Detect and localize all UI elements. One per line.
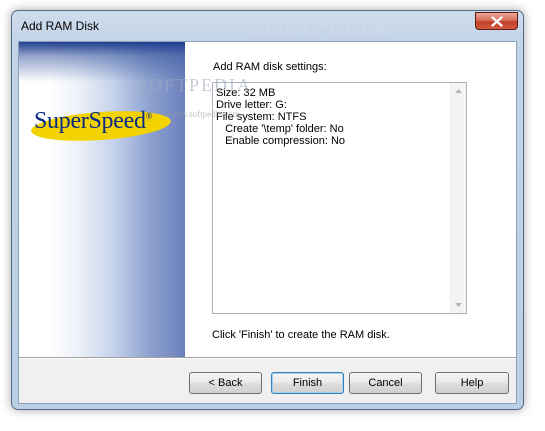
button-separator xyxy=(19,357,516,359)
setting-compression: Enable compression: No xyxy=(216,135,346,147)
back-button[interactable]: < Back xyxy=(189,372,262,394)
finish-button[interactable]: Finish xyxy=(271,372,344,394)
superspeed-logo: SuperSpeed® xyxy=(34,108,153,134)
close-button[interactable] xyxy=(475,12,518,30)
dialog-body: SuperSpeed® Add RAM disk settings: Size:… xyxy=(18,41,517,404)
close-icon xyxy=(491,16,503,27)
add-ram-disk-window: Add RAM Disk SuperSpeed® Add RAM disk se… xyxy=(11,10,524,410)
vertical-scrollbar[interactable] xyxy=(450,83,466,313)
scroll-down-arrow-icon[interactable] xyxy=(455,303,462,307)
watermark-left: SOFTPEDIA xyxy=(137,75,253,95)
settings-heading: Add RAM disk settings: xyxy=(213,61,327,73)
help-button[interactable]: Help xyxy=(435,372,509,394)
settings-summary-box[interactable]: Size: 32 MB Drive letter: G: File system… xyxy=(212,82,467,314)
watermark-title: SOFTPEDIA xyxy=(252,14,389,39)
scroll-up-arrow-icon[interactable] xyxy=(455,89,462,93)
setting-temp-folder: Create '\temp' folder: No xyxy=(216,123,344,135)
cancel-button[interactable]: Cancel xyxy=(349,372,422,394)
window-title: Add RAM Disk xyxy=(21,19,100,33)
finish-hint-text: Click 'Finish' to create the RAM disk. xyxy=(212,329,390,341)
watermark-url: www.softpedia.com xyxy=(168,109,240,119)
